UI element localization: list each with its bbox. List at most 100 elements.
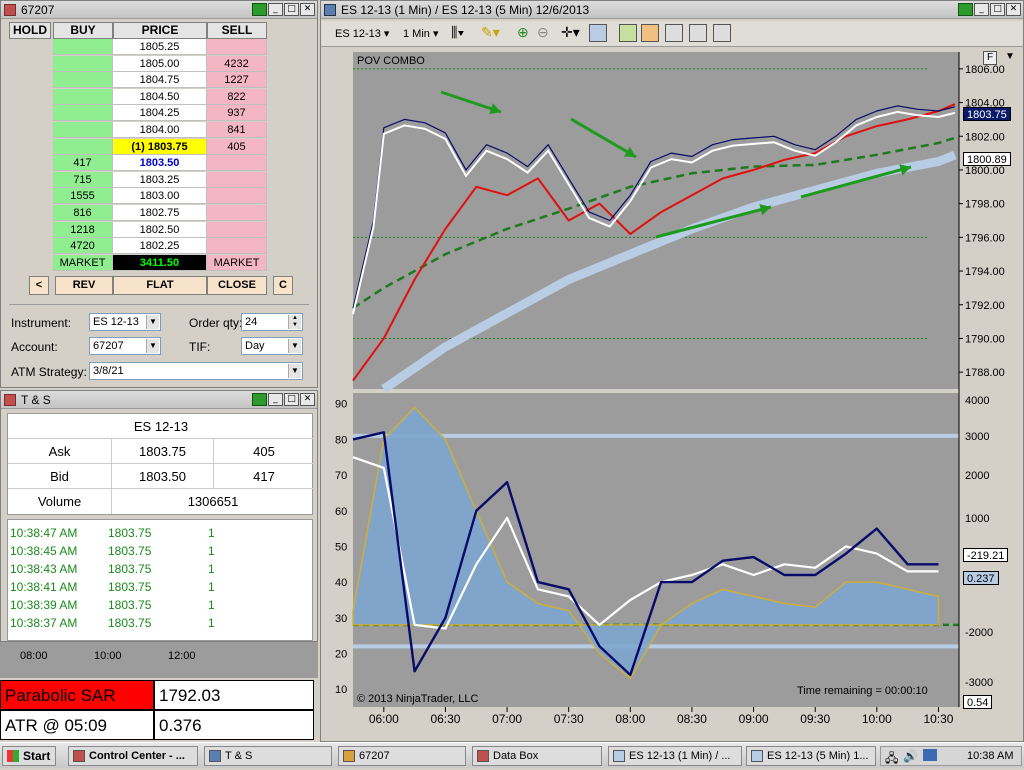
- price-cell[interactable]: (1) 1803.75: [113, 138, 207, 155]
- interval-dropdown[interactable]: 1 Min ▾: [403, 27, 438, 40]
- chevron-down-icon[interactable]: ▼: [288, 339, 301, 353]
- price-cell[interactable]: 1802.75: [113, 205, 207, 221]
- task-67207[interactable]: 67207: [338, 746, 466, 766]
- scroll-left-button[interactable]: <: [29, 276, 49, 295]
- buy-cell[interactable]: 816: [53, 205, 113, 221]
- task-chart-1min[interactable]: ES 12-13 (1 Min) / ...: [608, 746, 742, 766]
- flatten-button[interactable]: FLAT: [113, 276, 207, 295]
- sell-cell[interactable]: [207, 188, 267, 205]
- sell-cell[interactable]: [207, 155, 267, 172]
- task-chart-5min[interactable]: ES 12-13 (5 Min) 1...: [746, 746, 876, 766]
- buy-cell[interactable]: [53, 72, 113, 89]
- sell-cell[interactable]: 4232: [207, 55, 267, 72]
- crosshair-icon[interactable]: ✛▾: [561, 24, 580, 41]
- buy-cell[interactable]: 4720: [53, 238, 113, 255]
- sell-cell[interactable]: 1227: [207, 72, 267, 89]
- volume-icon[interactable]: 🔊: [903, 749, 918, 763]
- sell-cell[interactable]: 841: [207, 122, 267, 138]
- maximize-icon[interactable]: □: [284, 393, 299, 406]
- buy-cell[interactable]: 1555: [53, 188, 113, 205]
- link-icon[interactable]: [252, 393, 267, 406]
- reverse-button[interactable]: REV: [55, 276, 113, 295]
- instrument-dropdown[interactable]: ES 12-13 ▾: [335, 27, 389, 40]
- price-cell[interactable]: 1805.00: [113, 55, 207, 72]
- buy-cell[interactable]: 417: [53, 155, 113, 172]
- buy-cell[interactable]: 715: [53, 171, 113, 188]
- price-cell[interactable]: 1804.75: [113, 72, 207, 89]
- chevron-down-icon[interactable]: ▼: [146, 315, 159, 329]
- task-control-center[interactable]: Control Center - ...: [68, 746, 198, 766]
- price-cell[interactable]: 1804.25: [113, 105, 207, 122]
- minimize-icon[interactable]: _: [974, 3, 989, 16]
- price-cell[interactable]: 1805.25: [113, 39, 207, 55]
- templates-icon[interactable]: [665, 24, 683, 42]
- link-icon[interactable]: [958, 3, 973, 16]
- sell-cell[interactable]: [207, 238, 267, 255]
- network-icon[interactable]: 🖧: [885, 749, 898, 770]
- close-icon[interactable]: ✕: [300, 3, 315, 16]
- link-icon[interactable]: [252, 3, 267, 16]
- minimize-icon[interactable]: _: [268, 393, 283, 406]
- buy-market-button[interactable]: MARKET: [53, 254, 113, 271]
- price-cell[interactable]: 1802.50: [113, 221, 207, 238]
- ts-titlebar[interactable]: T & S _ □ ✕: [1, 391, 317, 409]
- close-position-button[interactable]: CLOSE: [207, 276, 267, 295]
- minimize-icon[interactable]: _: [268, 3, 283, 16]
- tif-select[interactable]: Day ▼: [241, 337, 303, 355]
- sell-cell[interactable]: [207, 171, 267, 188]
- buy-cell[interactable]: [53, 105, 113, 122]
- chevron-down-icon[interactable]: ▼: [288, 364, 301, 378]
- price-cell[interactable]: 1803.50: [113, 155, 207, 172]
- chart-titlebar[interactable]: ES 12-13 (1 Min) / ES 12-13 (5 Min) 12/6…: [321, 1, 1023, 19]
- chart-canvas[interactable]: 1788.00 1790.00 1792.00 1794.00 1796.00 1798.…: [321, 47, 1024, 742]
- properties-icon[interactable]: [713, 24, 731, 42]
- instrument-select[interactable]: ES 12-13 ▼: [89, 313, 161, 331]
- maximize-icon[interactable]: □: [284, 3, 299, 16]
- sell-market-button[interactable]: MARKET: [207, 254, 267, 271]
- buy-cell[interactable]: [53, 88, 113, 105]
- start-button[interactable]: Start: [2, 746, 56, 766]
- sell-cell[interactable]: 405: [207, 138, 267, 155]
- price-cell[interactable]: 1804.50: [113, 88, 207, 105]
- sell-cell[interactable]: 937: [207, 105, 267, 122]
- order-qty-stepper[interactable]: 24 ▲ ▼: [241, 313, 303, 331]
- buy-cell[interactable]: 1218: [53, 221, 113, 238]
- chevron-down-icon[interactable]: ▼: [1001, 51, 1019, 65]
- display-icon[interactable]: [923, 749, 937, 761]
- chevron-down-icon[interactable]: ▼: [146, 339, 159, 353]
- pencil-icon[interactable]: ✎▾: [481, 24, 500, 41]
- close-icon[interactable]: ✕: [1006, 3, 1021, 16]
- chart-trader-icon[interactable]: [589, 24, 607, 42]
- atm-strategy-select[interactable]: 3/8/21 ▼: [89, 362, 303, 380]
- price-cell[interactable]: 1802.25: [113, 238, 207, 255]
- buy-cell[interactable]: [53, 39, 113, 55]
- sell-cell[interactable]: [207, 205, 267, 221]
- trades-list[interactable]: 10:38:47 AM 1803.75 1 10:38:45 AM 1803.75 1 10…: [7, 519, 313, 641]
- buy-cell[interactable]: [53, 138, 113, 155]
- dom-titlebar[interactable]: 67207 _ □ ✕: [1, 1, 317, 19]
- sell-cell[interactable]: [207, 39, 267, 55]
- sell-cell[interactable]: 822: [207, 88, 267, 105]
- f-button[interactable]: F: [983, 51, 997, 65]
- buy-cell[interactable]: [53, 122, 113, 138]
- indicators-icon[interactable]: [619, 24, 637, 42]
- bar-style-icon[interactable]: ⫼▾: [451, 24, 464, 41]
- zoom-out-icon[interactable]: ⊖: [537, 24, 549, 41]
- hold-header[interactable]: HOLD: [9, 22, 51, 39]
- task-ts[interactable]: T & S: [204, 746, 332, 766]
- c-button[interactable]: C: [273, 276, 293, 295]
- clock[interactable]: 10:38 AM: [967, 750, 1013, 762]
- buy-cell[interactable]: [53, 55, 113, 72]
- sell-cell[interactable]: [207, 221, 267, 238]
- price-cell[interactable]: 1803.25: [113, 171, 207, 188]
- data-series-icon[interactable]: [689, 24, 707, 42]
- account-select[interactable]: 67207 ▼: [89, 337, 161, 355]
- maximize-icon[interactable]: □: [990, 3, 1005, 16]
- close-icon[interactable]: ✕: [300, 393, 315, 406]
- strategies-icon[interactable]: [641, 24, 659, 42]
- stepper-icon[interactable]: ▲ ▼: [288, 315, 301, 329]
- zoom-in-icon[interactable]: ⊕: [517, 24, 529, 41]
- price-cell[interactable]: 1803.00: [113, 188, 207, 205]
- price-cell[interactable]: 1804.00: [113, 122, 207, 138]
- task-data-box[interactable]: Data Box: [472, 746, 602, 766]
